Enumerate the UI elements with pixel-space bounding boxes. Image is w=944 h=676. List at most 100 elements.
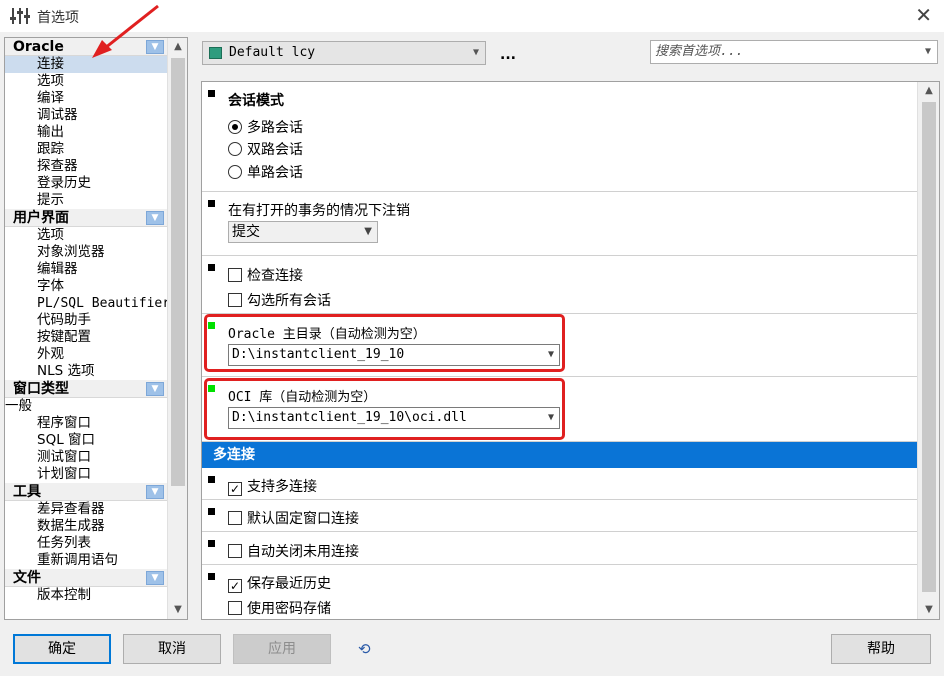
checkbox-icon[interactable]	[228, 511, 242, 525]
radio-dual-session[interactable]: 双路会话	[228, 139, 303, 159]
tree-item[interactable]: 跟踪	[5, 141, 167, 158]
tree-item[interactable]: 版本控制	[5, 587, 167, 604]
tree-item[interactable]: 选项	[5, 73, 167, 90]
cancel-button[interactable]: 取消	[123, 634, 221, 664]
tree-group-label: 用户界面	[13, 210, 69, 226]
tree-item[interactable]: 任务列表	[5, 535, 167, 552]
chevron-down-icon[interactable]: ▼	[548, 408, 554, 428]
section-title: 会话模式	[228, 93, 284, 109]
radio-selected-icon[interactable]	[228, 120, 242, 134]
checkbox-icon[interactable]	[228, 601, 242, 615]
checkbox-support-multi-connect[interactable]: ✓ 支持多连接	[228, 476, 317, 496]
tree-group-tools[interactable]: 工具 ▼	[5, 483, 167, 501]
scroll-up-icon[interactable]: ▲	[918, 82, 939, 100]
search-input[interactable]: 搜索首选项... ▼	[650, 40, 938, 64]
reload-icon[interactable]: ⟲	[358, 640, 376, 658]
tree-item[interactable]: 选项	[5, 227, 167, 244]
checkbox-check-all-sessions[interactable]: 勾选所有会话	[228, 290, 331, 310]
window-title: 首选项	[37, 10, 79, 26]
tree-item[interactable]: 外观	[5, 346, 167, 363]
tree-item[interactable]: 按键配置	[5, 329, 167, 346]
oci-library-select[interactable]: D:\instantclient_19_10\oci.dll ▼	[228, 407, 560, 429]
tree-item[interactable]: 测试窗口	[5, 449, 167, 466]
section-auto-close: 自动关闭未用连接	[202, 532, 918, 565]
tree-scrollbar[interactable]: ▲ ▼	[167, 38, 187, 619]
tree-item[interactable]: 提示	[5, 192, 167, 209]
tree-item[interactable]: 计划窗口	[5, 466, 167, 483]
tree-group-oracle[interactable]: Oracle ▼	[5, 38, 167, 56]
apply-button[interactable]: 应用	[233, 634, 331, 664]
chevron-down-icon[interactable]: ▼	[548, 345, 554, 365]
tree-item[interactable]: 代码助手	[5, 312, 167, 329]
tree-item[interactable]: 编译	[5, 90, 167, 107]
settings-panel: 会话模式 多路会话 双路会话 单路会话 在有打开的事务的情况下注销 提交 ▼ 检查…	[201, 81, 940, 620]
chevron-down-icon[interactable]: ▼	[146, 382, 164, 396]
section-marker-active	[208, 385, 215, 392]
tree-item[interactable]: 程序窗口	[5, 415, 167, 432]
chevron-down-icon[interactable]: ▼	[146, 485, 164, 499]
checkbox-auto-close-unused[interactable]: 自动关闭未用连接	[228, 541, 359, 561]
tree-item[interactable]: SQL 窗口	[5, 432, 167, 449]
checkbox-check-connection[interactable]: 检查连接	[228, 265, 303, 285]
radio-single-session[interactable]: 单路会话	[228, 162, 303, 182]
tree-item-general[interactable]: 一般	[5, 398, 167, 415]
checkbox-label: 保存最近历史	[247, 576, 331, 592]
chevron-down-icon[interactable]: ▼	[925, 41, 931, 63]
chevron-down-icon[interactable]: ▼	[146, 571, 164, 585]
checkbox-password-store[interactable]: 使用密码存储	[228, 598, 331, 618]
tree-item[interactable]: 对象浏览器	[5, 244, 167, 261]
tree-item[interactable]: 差异查看器	[5, 501, 167, 518]
scroll-down-icon[interactable]: ▼	[168, 601, 187, 619]
checkbox-save-recent-history[interactable]: ✓ 保存最近历史	[228, 573, 331, 593]
tree-group-window-types[interactable]: 窗口类型 ▼	[5, 380, 167, 398]
tree-item[interactable]: 调试器	[5, 107, 167, 124]
checkbox-icon[interactable]	[228, 268, 242, 282]
oracle-home-select[interactable]: D:\instantclient_19_10 ▼	[228, 344, 560, 366]
tree-group-files[interactable]: 文件 ▼	[5, 569, 167, 587]
checkbox-icon[interactable]	[228, 293, 242, 307]
scrollbar-thumb[interactable]	[922, 102, 936, 592]
chevron-down-icon[interactable]: ▼	[364, 222, 372, 242]
section-marker	[208, 476, 215, 483]
ok-button[interactable]: 确定	[13, 634, 111, 664]
radio-icon[interactable]	[228, 142, 242, 156]
scroll-up-icon[interactable]: ▲	[168, 38, 187, 56]
more-button[interactable]: ...	[500, 47, 516, 63]
radio-multi-session[interactable]: 多路会话	[228, 117, 303, 137]
tree-item[interactable]: 登录历史	[5, 175, 167, 192]
tree-item[interactable]: 字体	[5, 278, 167, 295]
tree-item[interactable]: 探查器	[5, 158, 167, 175]
checkbox-default-fixed-window[interactable]: 默认固定窗口连接	[228, 508, 359, 528]
chevron-down-icon[interactable]: ▼	[473, 42, 479, 64]
checkbox-label: 自动关闭未用连接	[247, 544, 359, 560]
select-value: D:\instantclient_19_10\oci.dll	[232, 410, 467, 425]
profile-select[interactable]: Default lcy ▼	[202, 41, 486, 65]
search-placeholder: 搜索首选项...	[655, 44, 744, 59]
settings-scrollbar[interactable]: ▲ ▼	[917, 82, 939, 619]
logoff-action-select[interactable]: 提交 ▼	[228, 221, 378, 243]
tree-item[interactable]: 数据生成器	[5, 518, 167, 535]
scroll-down-icon[interactable]: ▼	[918, 601, 939, 619]
checkbox-label: 使用密码存储	[247, 601, 331, 617]
tree-item[interactable]: 编辑器	[5, 261, 167, 278]
section-session-mode: 会话模式 多路会话 双路会话 单路会话	[202, 82, 918, 192]
tree-item[interactable]: 重新调用语句	[5, 552, 167, 569]
section-title: 在有打开的事务的情况下注销	[228, 203, 410, 219]
checkbox-checked-icon[interactable]: ✓	[228, 482, 242, 496]
checkbox-icon[interactable]	[228, 544, 242, 558]
tree-item[interactable]: NLS 选项	[5, 363, 167, 380]
chevron-down-icon[interactable]: ▼	[146, 211, 164, 225]
help-button[interactable]: 帮助	[831, 634, 931, 664]
chevron-down-icon[interactable]: ▼	[146, 40, 164, 54]
checkbox-checked-icon[interactable]: ✓	[228, 579, 242, 593]
tree-group-user-interface[interactable]: 用户界面 ▼	[5, 209, 167, 227]
radio-label: 单路会话	[247, 165, 303, 181]
tree-item-connection[interactable]: 连接	[5, 56, 167, 73]
section-header-multi-connect: 多连接	[202, 442, 918, 468]
section-marker-active	[208, 322, 215, 329]
tree-item[interactable]: PL/SQL Beautifier	[5, 295, 170, 312]
radio-icon[interactable]	[228, 165, 242, 179]
tree-item[interactable]: 输出	[5, 124, 167, 141]
close-icon[interactable]: ✕	[915, 4, 932, 26]
scrollbar-thumb[interactable]	[171, 58, 185, 486]
